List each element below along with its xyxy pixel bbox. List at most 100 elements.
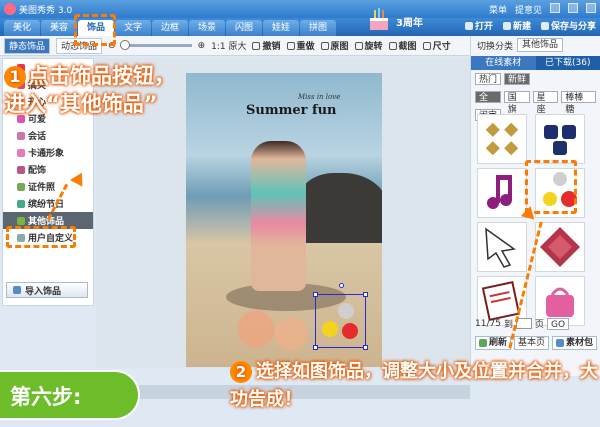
rotate-button[interactable]: 旋转 xyxy=(354,39,383,52)
rotate-handle[interactable] xyxy=(339,283,344,288)
resize-handle[interactable] xyxy=(313,345,318,350)
refresh-icon xyxy=(479,339,487,347)
refresh-button[interactable]: 刷新 xyxy=(475,336,512,350)
basic-page-button[interactable]: 基本页 xyxy=(514,336,550,350)
import-icon xyxy=(13,286,21,294)
cake-icon xyxy=(370,8,388,30)
chip-flag[interactable]: 国旗 xyxy=(503,91,530,115)
chip-lollipop[interactable]: 棒棒糖 xyxy=(561,91,596,115)
tab-flash[interactable]: 闪图 xyxy=(226,20,262,36)
chip-new[interactable]: 新鲜 xyxy=(504,73,531,85)
sidebar-item-festival[interactable]: 缤纷节日 xyxy=(3,195,93,212)
tab-beauty[interactable]: 美容 xyxy=(41,20,77,36)
gem-cluster-icon xyxy=(544,125,576,155)
step2-instruction: 2 选择如图饰品，调整大小及位置并合并，大功告成！ xyxy=(230,361,598,410)
material-pack-button[interactable]: 素材包 xyxy=(552,336,598,350)
zoom-slider-handle[interactable] xyxy=(119,40,130,50)
plus-icon xyxy=(502,21,511,30)
app-title: 美图秀秀 3.0 xyxy=(19,5,73,16)
tab-doll[interactable]: 娃娃 xyxy=(263,20,299,36)
zoom-slider[interactable] xyxy=(119,40,192,50)
material-item[interactable] xyxy=(535,114,585,164)
go-button[interactable]: GO xyxy=(546,317,570,330)
category-icon xyxy=(17,182,25,191)
highlight-other-category xyxy=(6,226,76,248)
tab-collage[interactable]: 拼图 xyxy=(300,20,336,36)
pager: 11/75 到 页 GO xyxy=(475,317,570,330)
red-gear xyxy=(342,323,358,339)
material-grid xyxy=(477,114,593,326)
redo-button[interactable]: 重做 xyxy=(286,39,315,52)
resize-handle[interactable] xyxy=(363,292,368,297)
chip-hot[interactable]: 热门 xyxy=(475,73,502,85)
feedback-link[interactable]: 提意见 xyxy=(515,3,542,16)
zoom-label[interactable]: 1:1 原大 xyxy=(211,39,246,52)
tab-text[interactable]: 文字 xyxy=(115,20,151,36)
tab-static-accessories[interactable]: 静态饰品 xyxy=(4,37,51,54)
tab-beautify[interactable]: 美化 xyxy=(4,20,40,36)
page-indicator: 11/75 xyxy=(475,318,501,329)
photo-subtitle: Miss in love xyxy=(298,93,341,101)
folder-icon xyxy=(464,21,473,30)
tab-downloaded[interactable]: 已下载(36) xyxy=(535,56,600,70)
category-dropdown[interactable]: 其他饰品 xyxy=(517,38,564,52)
new-button[interactable]: 新建 xyxy=(502,19,531,32)
category-icon xyxy=(17,165,25,174)
category-icon xyxy=(17,131,25,140)
size-button[interactable]: 尺寸 xyxy=(422,39,451,52)
photo-title: Summer fun xyxy=(246,103,337,118)
flower-overlay xyxy=(226,309,326,359)
menu-link[interactable]: 菜单 xyxy=(489,3,507,16)
close-icon[interactable] xyxy=(586,2,596,13)
chip-zodiac[interactable]: 星座 xyxy=(532,91,559,115)
anniversary-label: 3周年 xyxy=(396,18,423,29)
material-item[interactable] xyxy=(477,222,527,272)
editor-toolbar: 静态饰品 动态饰品 ⊖ ⊕ 1:1 原大 撤销 重做 原图 旋转 截图 尺寸 xyxy=(0,36,470,56)
undo-icon xyxy=(252,41,261,50)
diamond-flower-icon xyxy=(485,122,519,156)
material-item[interactable] xyxy=(477,168,527,218)
window-links: 菜单 提意见 xyxy=(489,2,600,16)
yellow-circle xyxy=(322,321,338,337)
tab-frame[interactable]: 边框 xyxy=(152,20,188,36)
tab-scene[interactable]: 场景 xyxy=(189,20,225,36)
category-icon xyxy=(17,148,25,157)
sidebar-item-cartoon[interactable]: 卡通形象 xyxy=(3,144,93,161)
filter-row-1: 热门 新鲜 xyxy=(471,70,600,88)
category-icon xyxy=(17,199,25,208)
resize-handle[interactable] xyxy=(363,345,368,350)
highlight-accessory-tab xyxy=(74,14,116,46)
sidebar-item-talk[interactable]: 会话 xyxy=(3,127,93,144)
maximize-icon[interactable] xyxy=(568,2,578,13)
arrow-cursor-icon xyxy=(485,227,516,268)
panel-buttons: 刷新 基本页 素材包 xyxy=(475,336,598,350)
zoom-in-icon[interactable]: ⊕ xyxy=(198,41,206,51)
selected-accessory[interactable] xyxy=(313,283,368,350)
crop-button[interactable]: 截图 xyxy=(388,39,417,52)
material-tabs: 在线素材 已下载(36) xyxy=(471,56,600,70)
rock-hill xyxy=(298,173,382,243)
step-badge: 第六步: xyxy=(0,370,140,420)
open-button[interactable]: 打开 xyxy=(464,19,493,32)
step1-instruction: 1 点击饰品按钮，进入“其他饰品” xyxy=(4,64,175,116)
chip-all[interactable]: 全部 xyxy=(475,91,501,115)
nav-actions: 打开 新建 保存与分享 xyxy=(464,19,596,32)
rotate-icon xyxy=(354,41,363,50)
original-button[interactable]: 原图 xyxy=(320,39,349,52)
category-icon xyxy=(17,216,25,225)
material-item[interactable] xyxy=(477,114,527,164)
music-note-icon xyxy=(487,175,512,209)
minimize-icon[interactable] xyxy=(550,2,560,13)
model-figure xyxy=(251,141,306,291)
package-icon xyxy=(556,339,565,347)
resize-handle[interactable] xyxy=(313,292,318,297)
step2-number: 2 xyxy=(230,361,252,383)
gray-circle xyxy=(338,303,354,319)
material-item[interactable] xyxy=(535,222,585,272)
tab-online-material[interactable]: 在线素材 xyxy=(471,56,536,70)
category-switch: 切换分类 其他饰品 xyxy=(471,36,600,54)
undo-button[interactable]: 撤销 xyxy=(252,39,281,52)
crop-icon xyxy=(388,41,397,50)
import-accessory-button[interactable]: 导入饰品 xyxy=(6,282,88,298)
save-share-button[interactable]: 保存与分享 xyxy=(540,19,596,32)
